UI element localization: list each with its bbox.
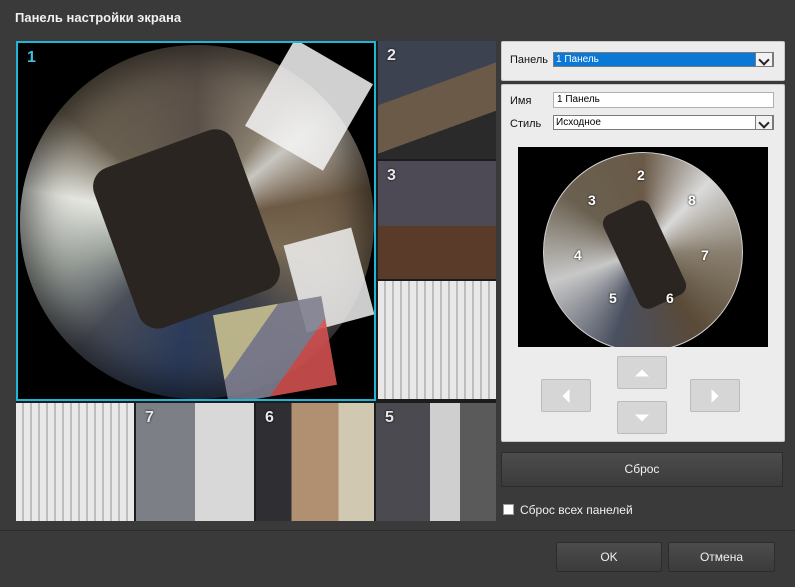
- panel-settings-box: Имя 1 Панель Стиль Исходное 2 3 8 4 7 5 …: [501, 84, 785, 442]
- tile-number: 2: [387, 47, 396, 64]
- camera-tile-4[interactable]: [16, 403, 134, 521]
- arrow-left-icon: [562, 388, 570, 403]
- panel-label: Панель: [510, 54, 549, 66]
- reset-all-panels-label[interactable]: Сброс всех панелей: [520, 503, 633, 517]
- chevron-down-icon[interactable]: [755, 115, 773, 130]
- camera-tile-6[interactable]: 6: [256, 403, 374, 521]
- move-right-button[interactable]: [690, 379, 740, 412]
- panel-selector-box: Панель 1 Панель: [501, 41, 785, 81]
- tile-number: 6: [265, 409, 274, 426]
- camera-tile-5[interactable]: 5: [376, 403, 496, 521]
- camera-layout-grid: 1 2 3 7 6 5: [16, 41, 496, 521]
- cancel-button-label: Отмена: [699, 550, 744, 564]
- cancel-button[interactable]: Отмена: [668, 542, 775, 572]
- camera-tile-2[interactable]: 2: [378, 41, 496, 159]
- preview-region-label: 6: [666, 290, 674, 306]
- reset-button[interactable]: Сброс: [501, 452, 783, 487]
- preview-region-label: 2: [637, 167, 645, 183]
- preview-region-label: 8: [688, 192, 696, 208]
- camera-tile-7[interactable]: 7: [136, 403, 254, 521]
- name-label: Имя: [510, 95, 532, 107]
- footer-divider: [0, 530, 795, 531]
- camera-tile-1[interactable]: 1: [16, 41, 376, 401]
- style-label: Стиль: [510, 118, 542, 130]
- move-down-button[interactable]: [617, 401, 667, 434]
- preview-region-label: 5: [609, 290, 617, 306]
- camera-tile-3[interactable]: 3: [378, 161, 496, 279]
- name-input[interactable]: 1 Панель: [553, 92, 774, 108]
- arrow-right-icon: [711, 388, 719, 403]
- chevron-down-icon[interactable]: [755, 52, 773, 67]
- panel-select-value: 1 Панель: [556, 54, 599, 65]
- tile-number: 1: [27, 49, 36, 66]
- tile-number: 3: [387, 167, 396, 184]
- tile-number: 5: [385, 409, 394, 426]
- fisheye-preview[interactable]: 2 3 8 4 7 5 6: [518, 147, 768, 347]
- preview-region-label: 3: [588, 192, 596, 208]
- floor-tiles: [213, 296, 337, 399]
- panel-select[interactable]: 1 Панель: [553, 52, 774, 67]
- preview-region-label: 7: [701, 247, 709, 263]
- fisheye-image: [20, 43, 374, 399]
- tile-number: 7: [145, 409, 154, 426]
- arrow-up-icon: [635, 369, 649, 376]
- style-select[interactable]: Исходное: [553, 115, 774, 130]
- reset-all-panels-checkbox[interactable]: [503, 504, 514, 515]
- style-select-value: Исходное: [556, 117, 601, 128]
- arrow-down-icon: [635, 414, 649, 421]
- name-input-value: 1 Панель: [557, 94, 600, 105]
- ok-button-label: OK: [600, 550, 618, 564]
- move-up-button[interactable]: [617, 356, 667, 389]
- window-title: Панель настройки экрана: [15, 10, 182, 25]
- ok-button[interactable]: OK: [556, 542, 662, 572]
- reset-button-label: Сброс: [624, 462, 660, 476]
- preview-region-label: 4: [574, 247, 582, 263]
- move-left-button[interactable]: [541, 379, 591, 412]
- camera-tile-8[interactable]: [378, 281, 496, 399]
